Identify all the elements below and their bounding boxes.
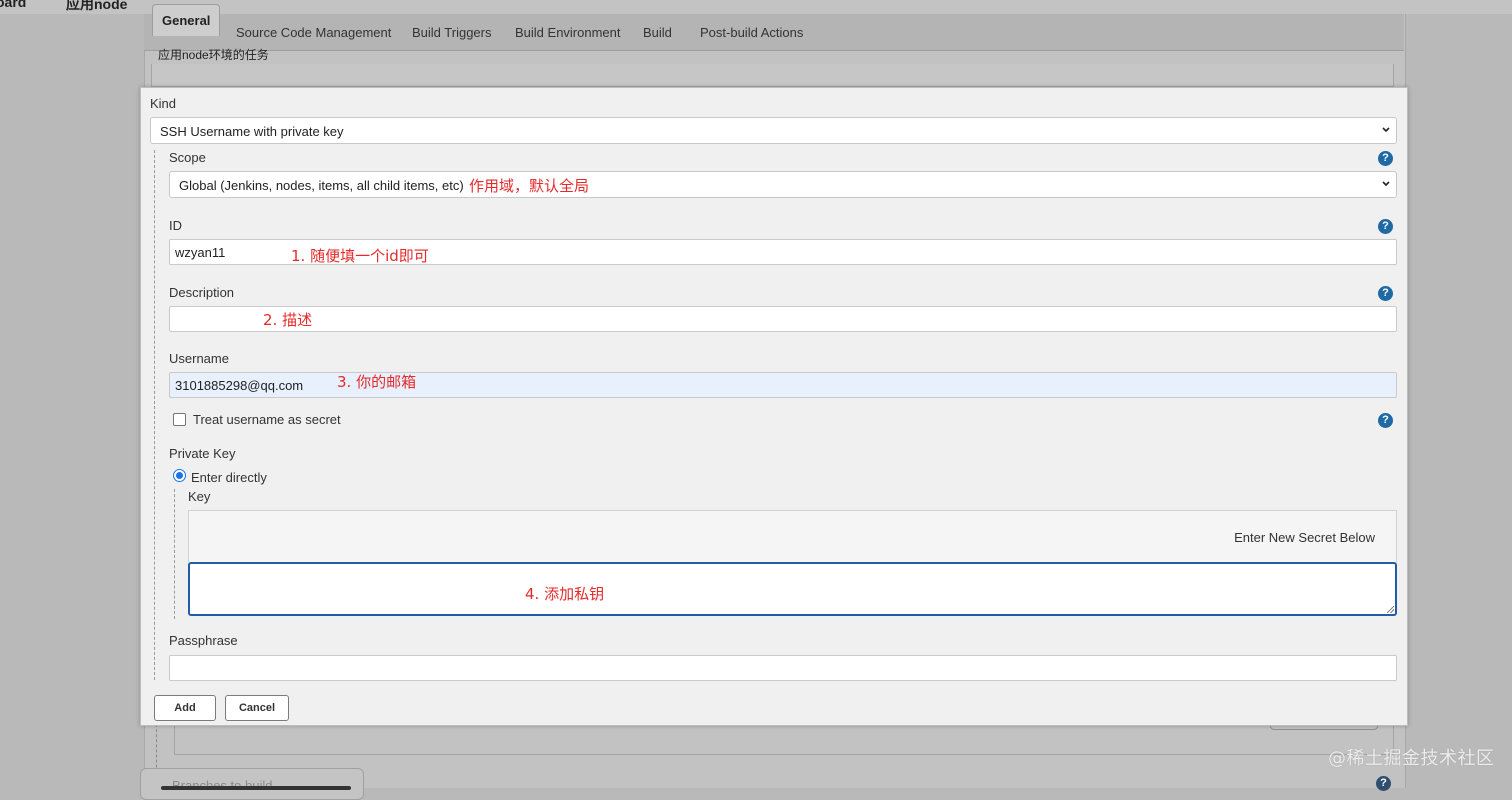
tab-build-triggers[interactable]: Build Triggers — [412, 25, 491, 40]
scope-label: Scope — [169, 150, 206, 165]
cancel-button[interactable]: Cancel — [225, 695, 289, 721]
kind-select[interactable]: SSH Username with private key — [150, 117, 1397, 144]
tab-general[interactable]: General — [152, 4, 221, 36]
scope-select-value: Global (Jenkins, nodes, items, all child… — [179, 178, 464, 193]
secret-header: Enter New Secret Below — [188, 510, 1397, 562]
job-description-text: 应用node环境的任务 — [158, 48, 269, 62]
background-topbar: oard 应用node — [0, 0, 1512, 14]
help-icon[interactable]: ? — [1378, 286, 1393, 301]
private-key-textarea[interactable] — [188, 562, 1397, 616]
id-label: ID — [169, 218, 182, 233]
username-annotation: 3. 你的邮箱 — [337, 373, 417, 391]
description-input[interactable] — [169, 306, 1397, 332]
enter-directly-radio[interactable] — [173, 469, 186, 482]
private-key-annotation: 4. 添加私钥 — [525, 585, 605, 603]
kind-select-value: SSH Username with private key — [160, 124, 344, 139]
private-key-section-guide — [174, 489, 175, 619]
tab-build[interactable]: Build — [643, 25, 672, 40]
description-annotation: 2. 描述 — [263, 311, 313, 329]
secret-header-text: Enter New Secret Below — [1234, 530, 1375, 545]
key-label: Key — [188, 489, 211, 504]
resize-handle-icon[interactable] — [1387, 606, 1394, 613]
branches-input — [161, 786, 351, 790]
passphrase-label: Passphrase — [169, 633, 238, 648]
treat-username-secret-checkbox[interactable] — [173, 413, 186, 426]
help-icon[interactable]: ? — [1378, 151, 1393, 166]
add-button[interactable]: Add — [154, 695, 216, 721]
job-description-box — [151, 64, 1394, 87]
scope-annotation: 作用域，默认全局 — [469, 177, 590, 195]
kind-section-guide — [154, 150, 155, 680]
tab-source-code-management[interactable]: Source Code Management — [236, 25, 391, 40]
watermark: @稀土掘金技术社区 — [1328, 748, 1495, 769]
help-icon[interactable]: ? — [1378, 219, 1393, 234]
description-label: Description — [169, 285, 235, 300]
private-key-label: Private Key — [169, 446, 236, 461]
id-input-value: wzyan11 — [175, 245, 226, 260]
passphrase-input[interactable] — [169, 655, 1397, 681]
scope-select[interactable]: Global (Jenkins, nodes, items, all child… — [169, 171, 1397, 198]
id-annotation: 1. 随便填一个id即可 — [291, 247, 429, 265]
treat-username-secret-label[interactable]: Treat username as secret — [193, 412, 341, 427]
branches-to-build-section: Branches to build — [140, 768, 364, 800]
tab-post-build-actions[interactable]: Post-build Actions — [700, 25, 803, 40]
enter-directly-label[interactable]: Enter directly — [191, 470, 267, 485]
tab-build-environment[interactable]: Build Environment — [515, 25, 621, 40]
chevron-down-icon — [1382, 181, 1390, 187]
username-label: Username — [169, 351, 229, 366]
chevron-down-icon — [1382, 127, 1390, 133]
help-icon[interactable]: ? — [1378, 413, 1393, 428]
username-input-value: 3101885298@qq.com — [175, 378, 304, 393]
background-section-box — [174, 724, 1394, 755]
breadcrumb-job[interactable]: 应用node — [66, 0, 127, 14]
help-icon: ? — [1376, 776, 1391, 791]
breadcrumb-dashboard[interactable]: oard — [0, 0, 26, 10]
kind-label: Kind — [150, 96, 177, 111]
